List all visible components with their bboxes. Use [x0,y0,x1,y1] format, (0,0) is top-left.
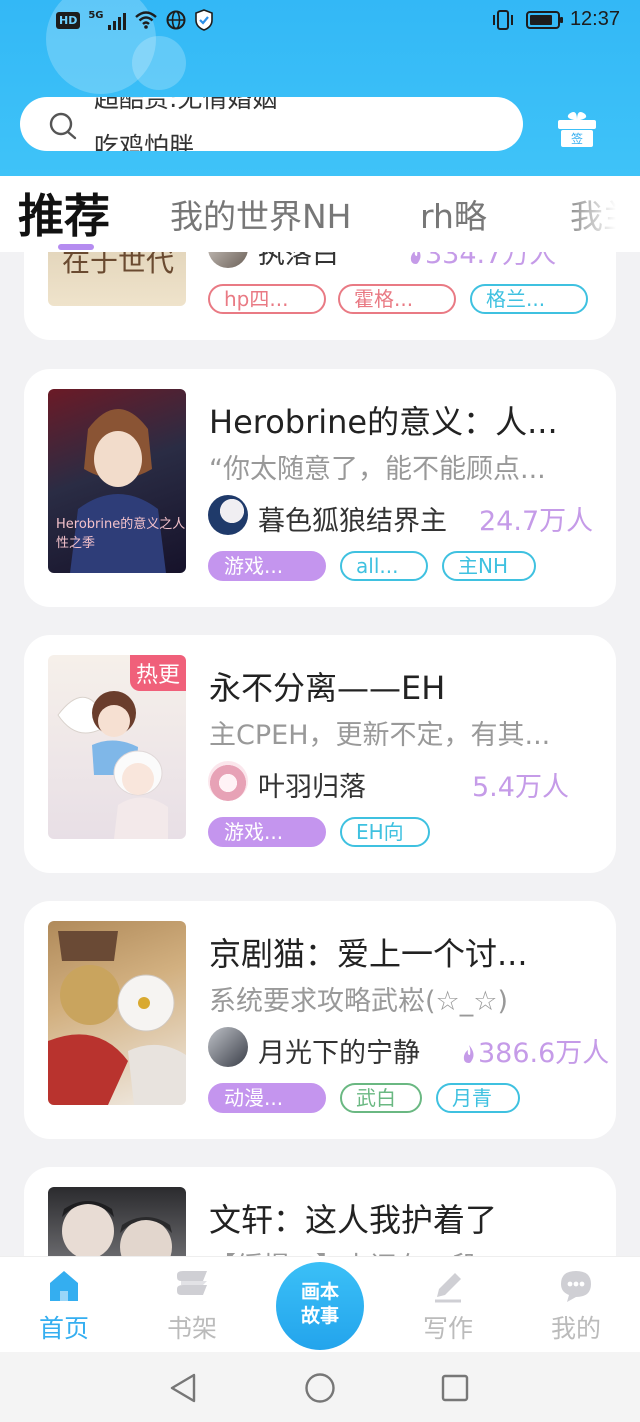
flame-icon [463,1045,474,1063]
author-avatar [208,761,248,801]
checkin-label: 签 [571,131,583,146]
tab-recommend[interactable]: 推荐 [18,180,110,246]
battery-icon [525,10,563,29]
tag[interactable]: 霍格... [338,284,456,314]
story-title: Herobrine的意义：人... [209,403,558,441]
tag[interactable]: hp四... [208,284,326,314]
tag[interactable]: 格兰... [470,284,588,314]
tab-active-indicator [58,244,94,250]
shield-icon [194,9,213,31]
network-type: 5G [88,9,104,21]
author-name: 执落白 [258,252,339,270]
search-hint-previous: 超酷赏:无情婚姻 [94,97,278,113]
story-description: 【缓慢...】中间有一段... [209,1245,584,1256]
story-cover: 热更 [48,655,186,839]
story-description: 主CPEH，更新不定，有其... [209,720,551,751]
status-bar: HD 5G 12:37 [0,0,640,44]
author-avatar [208,1027,248,1067]
tag[interactable]: 武白 [340,1083,422,1113]
nav-label: 写作 [422,1314,473,1343]
tag[interactable]: 动漫... [208,1083,326,1113]
globe-icon [166,10,186,30]
create-story-label-2: 故事 [300,1305,339,1327]
home-circle-icon[interactable] [304,1372,336,1404]
create-story-label-1: 画本 [300,1281,339,1303]
nav-write[interactable]: 写作 [408,1267,488,1345]
gift-icon: 签 [558,112,596,147]
bookshelf-icon [177,1271,207,1295]
tag[interactable]: 游戏... [208,817,326,847]
flame-icon [410,252,421,264]
cover-illustration [62,1201,172,1256]
tab-rh[interactable]: rh略 [420,190,487,238]
wifi-icon [134,11,157,29]
popularity-count: 334.7万人 [409,252,556,271]
pen-icon [435,1273,461,1303]
author-name: 暮色狐狼结界主 [258,506,447,537]
story-cover: 在于世代 [48,252,186,306]
recent-apps-icon[interactable] [440,1373,470,1403]
cover-title-art: 在于世代 [62,252,175,278]
story-card[interactable]: 京剧猫：爱上一个讨... 系统要求攻略武崧(☆_☆) 月光下的宁静 386.6万… [24,901,616,1139]
search-hint: 吃鸡怕胖 [94,132,195,151]
author-avatar [208,495,248,535]
tab-fade [560,176,640,252]
story-feed: 在于世代 执落白 334.7万人 hp四... 霍格... 格兰... Hero… [0,252,640,1256]
tag[interactable]: 主NH [442,551,536,581]
vibrate-icon [492,9,513,30]
author-name: 叶羽归落 [258,772,366,803]
nav-label: 书架 [166,1314,217,1343]
chat-bubble-icon [561,1271,591,1302]
home-icon [50,1271,78,1301]
status-time: 12:37 [569,8,620,30]
tag[interactable]: 月青 [436,1083,520,1113]
tag[interactable]: 游戏... [208,551,326,581]
story-description: “你太随意了，能不能顾点... [209,454,546,485]
back-icon[interactable] [168,1372,198,1404]
story-cover: Herobrine的意义之人性之季 [48,389,186,573]
tag[interactable]: all... [340,551,428,581]
nav-home[interactable]: 首页 [24,1267,104,1345]
author-avatar [208,252,248,268]
tab-minecraft-nh[interactable]: 我的世界NH [170,190,352,238]
hd-badge: HD [56,11,81,29]
system-navigation-bar [0,1352,640,1422]
story-cover [48,1187,186,1256]
story-title: 京剧猫：爱上一个讨... [209,935,528,973]
search-bar[interactable]: 超酷赏:无情婚姻 吃鸡怕胖 [20,97,523,151]
nav-label: 首页 [38,1314,89,1343]
nav-mine[interactable]: 我的 [536,1267,616,1345]
cover-title-art: Herobrine的意义之人性之季 [56,517,186,551]
story-card[interactable]: Herobrine的意义之人性之季 Herobrine的意义：人... “你太随… [24,369,616,607]
popularity-count: 5.4万人 [472,772,569,803]
cover-illustration [48,931,186,1105]
author-name: 月光下的宁静 [258,1038,420,1069]
app-header: HD 5G 12:37 超酷赏:无情婚姻 吃鸡怕胖 签 [0,0,640,176]
signal-icon [107,10,126,30]
story-card[interactable]: 在于世代 执落白 334.7万人 hp四... 霍格... 格兰... [24,252,616,340]
story-cover [48,921,186,1105]
create-story-button[interactable]: 画本 故事 [276,1262,364,1350]
popularity-count: 386.6万人 [462,1031,609,1070]
decorative-bubble [132,36,186,90]
search-icon [49,112,77,140]
hot-update-badge: 热更 [129,655,186,691]
story-card[interactable]: 热更 永不分离——EH 主CPEH，更新不定，有其... 叶羽归落 5.4万人 … [24,635,616,873]
story-title: 永不分离——EH [209,669,446,707]
popularity-count: 24.7万人 [479,506,594,537]
story-card[interactable]: 文轩：这人我护着了 【缓慢...】中间有一段... [24,1167,616,1256]
nav-label: 我的 [550,1314,601,1343]
nav-bookshelf[interactable]: 书架 [152,1267,232,1345]
story-description: 系统要求攻略武崧(☆_☆) [209,986,508,1017]
story-title: 文轩：这人我护着了 [209,1201,498,1239]
daily-checkin-button[interactable]: 签 [556,110,598,152]
tag[interactable]: EH向 [340,817,430,847]
category-tabs: 推荐 我的世界NH rh略 我兰 [0,176,640,252]
